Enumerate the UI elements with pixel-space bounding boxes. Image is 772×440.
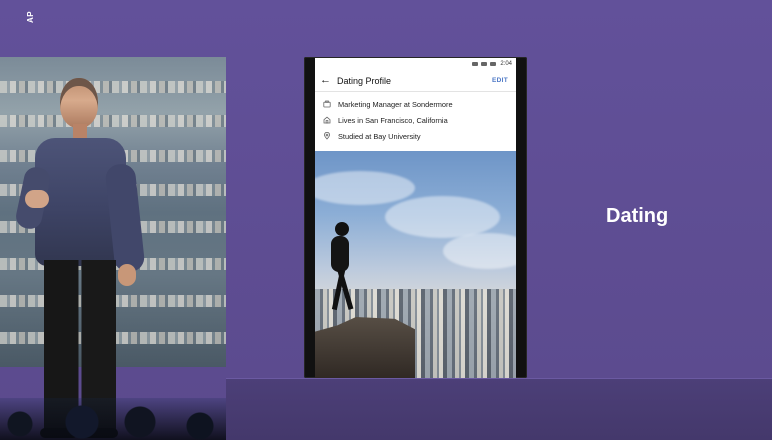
presenter-right-hand [118, 264, 136, 286]
page-title: Dating Profile [337, 75, 392, 86]
profile-photo [315, 151, 516, 378]
detail-text-home: Lives in San Francisco, California [338, 115, 448, 125]
back-arrow-icon[interactable]: ← [320, 75, 331, 86]
person-silhouette [327, 222, 357, 314]
profile-header-left: ← Dating Profile [320, 75, 391, 86]
profile-header: ← Dating Profile EDIT [315, 70, 516, 92]
person-head [335, 222, 349, 236]
battery-icon [490, 62, 497, 66]
profile-details: Marketing Manager at Sondermore Lives in… [315, 93, 516, 151]
detail-row-work: Marketing Manager at Sondermore [323, 96, 506, 112]
detail-text-school: Studied at Bay University [338, 131, 421, 141]
watermark: AP [26, 10, 35, 23]
presenter-head [60, 78, 98, 128]
detail-row-school: Studied at Bay University [323, 128, 506, 144]
status-icons [472, 62, 497, 66]
phone-screen: 2:04 ← Dating Profile EDIT Marketing Man… [315, 58, 516, 378]
cloud [385, 196, 500, 238]
status-time: 2:04 [500, 61, 512, 67]
presenter [12, 78, 146, 440]
status-bar: 2:04 [315, 58, 516, 70]
detail-text-work: Marketing Manager at Sondermore [338, 99, 453, 109]
signal-icon [481, 62, 488, 66]
slide-label: Dating [606, 205, 669, 227]
presentation-stage: AP 2:04 ← Dating Profile EDIT Marketing … [0, 0, 772, 440]
home-icon [323, 116, 331, 124]
cloud [443, 233, 516, 269]
cloud [315, 171, 415, 205]
person-body [331, 236, 349, 272]
location-pin-icon [323, 132, 331, 140]
wifi-icon [472, 62, 479, 66]
stage-floor [226, 378, 772, 440]
audience-silhouettes [0, 398, 226, 440]
phone-mockup: 2:04 ← Dating Profile EDIT Marketing Man… [304, 57, 527, 378]
briefcase-icon [323, 100, 331, 108]
presenter-left-hand [25, 190, 49, 208]
edit-button[interactable]: EDIT [492, 77, 508, 84]
detail-row-home: Lives in San Francisco, California [323, 112, 506, 128]
